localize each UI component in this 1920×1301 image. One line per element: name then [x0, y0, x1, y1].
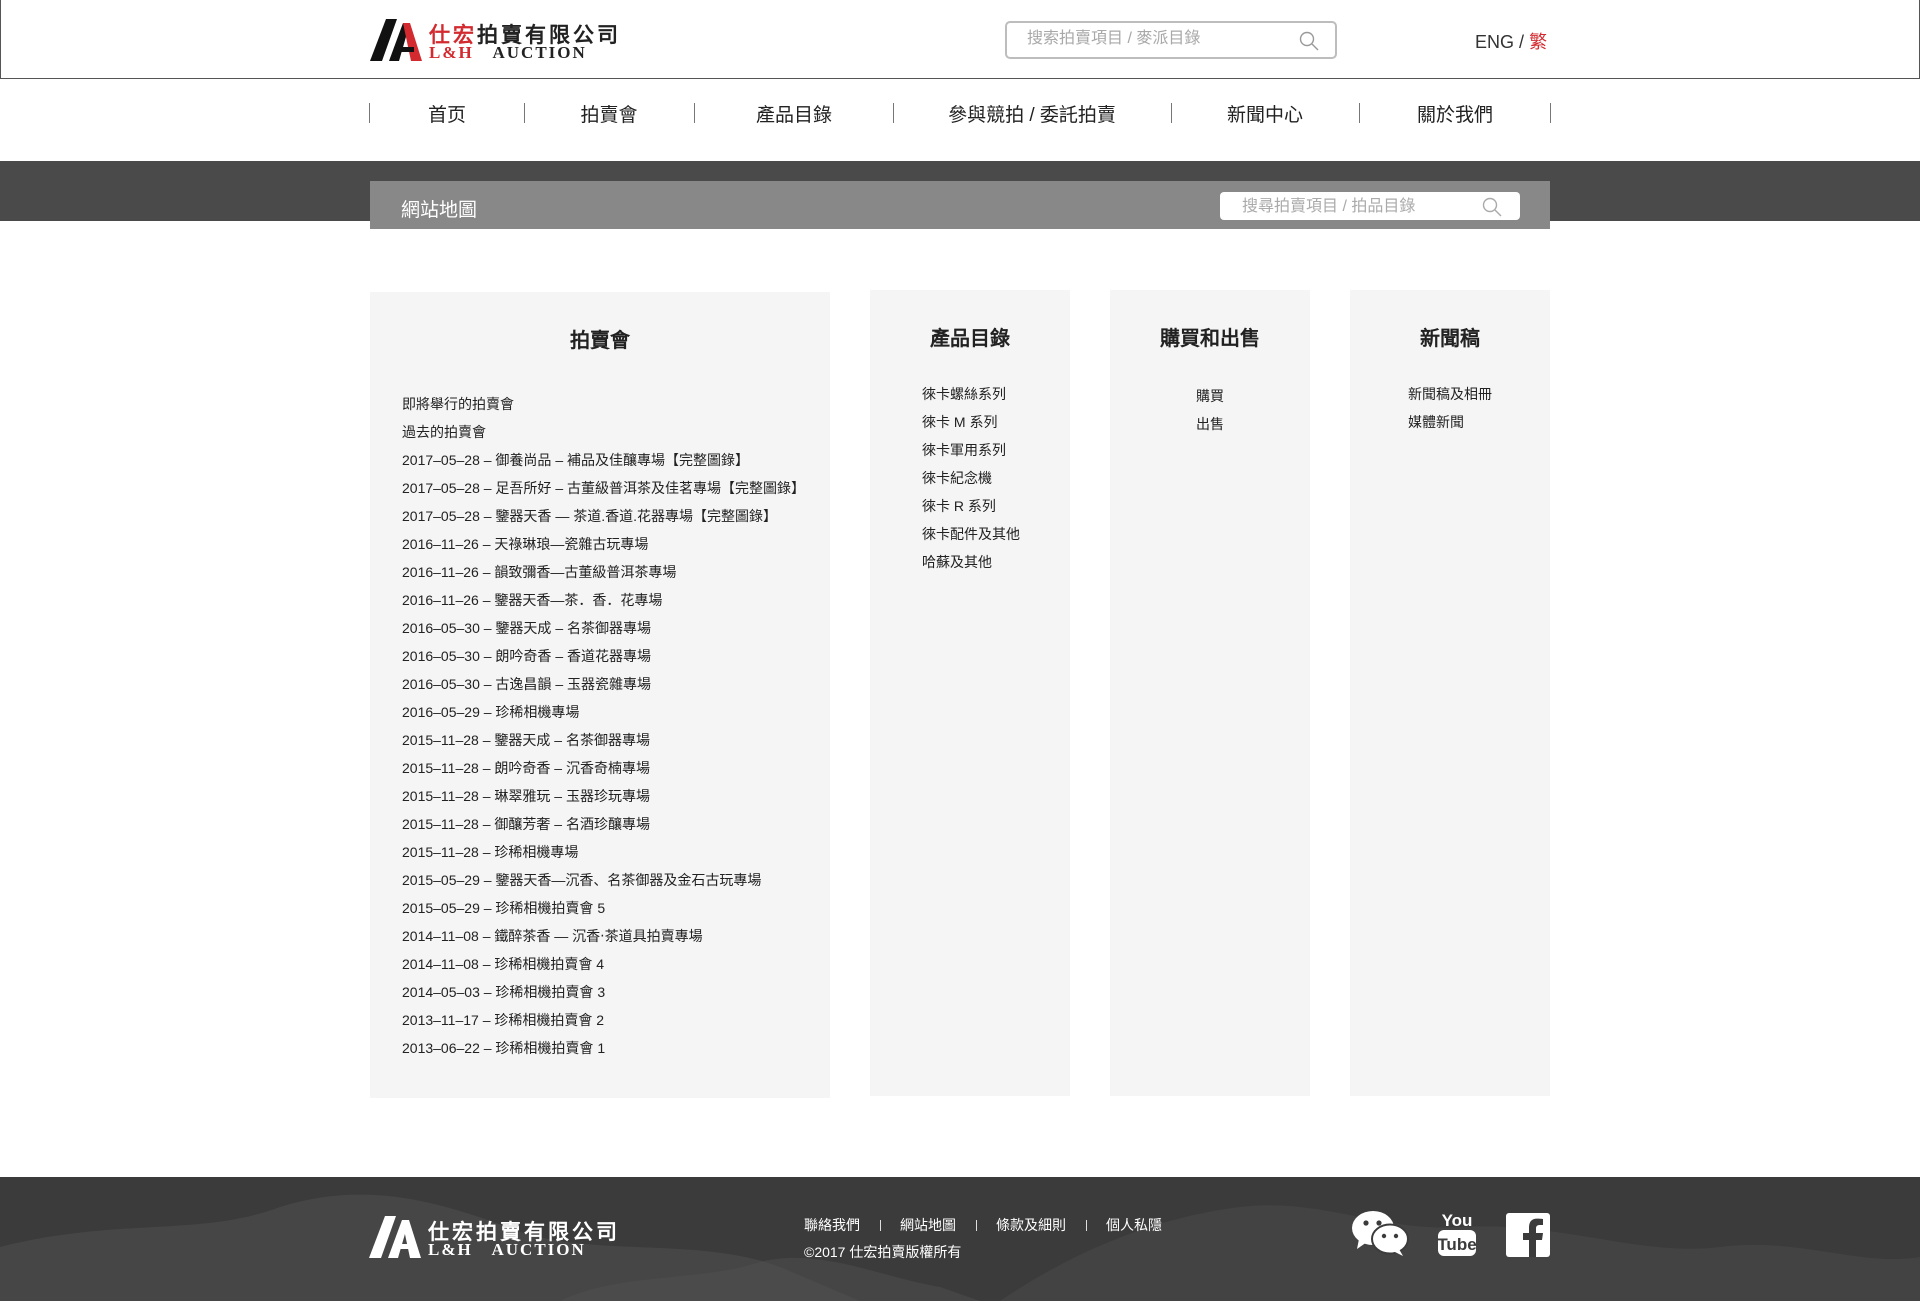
catalog-link-list: 徠卡螺絲系列 徠卡 M 系列 徠卡軍用系列 徠卡紀念機 徠卡 R 系列 徠卡配件及其他 哈蘇…	[922, 384, 1020, 580]
youtube-text-top: You	[1442, 1211, 1473, 1230]
nav-item-home[interactable]: 首页	[428, 100, 466, 127]
footer-brand-logo[interactable]: 仕宏拍賣有限公司 L&H AUCTION	[369, 1216, 617, 1260]
auction-link-list: 即將舉行的拍賣會 過去的拍賣會 2017–05–28 – 御養尚品 – 補品及佳釀專…	[402, 394, 805, 1066]
auction-link[interactable]: 2015–11–28 – 珍稀相機專場	[402, 842, 805, 870]
footer-link-divider	[1086, 1220, 1087, 1231]
youtube-icon[interactable]: You Tube	[1436, 1209, 1478, 1257]
banner-search-input[interactable]	[1240, 197, 1474, 217]
catalog-link[interactable]: 徠卡軍用系列	[922, 440, 1020, 468]
page-banner: 網站地圖	[370, 181, 1550, 229]
footer-link-privacy[interactable]: 個人私隱	[1106, 1217, 1162, 1233]
news-link[interactable]: 媒體新聞	[1408, 412, 1492, 440]
footer-link-sitemap[interactable]: 網站地圖	[900, 1217, 956, 1233]
column-heading-auctions: 拍賣會	[570, 330, 630, 352]
auction-link[interactable]: 2013–11–17 – 珍稀相機拍賣會 2	[402, 1010, 805, 1038]
auction-link[interactable]: 2016–11–26 – 天祿琳琅—瓷雜古玩專場	[402, 534, 805, 562]
page-title: 網站地圖	[401, 200, 478, 221]
auction-link[interactable]: 2016–11–26 – 韻致彌香—古董級普洱茶專場	[402, 562, 805, 590]
buy-sell-link[interactable]: 購買	[1110, 386, 1310, 414]
top-header: 仕宏拍賣有限公司 L&H AUCTION ENG / 繁	[0, 0, 1920, 79]
nav-divider	[369, 103, 370, 123]
auction-link[interactable]: 即將舉行的拍賣會	[402, 394, 805, 422]
auction-link[interactable]: 2017–05–28 – 鑒器天香 — 茶道.香道.花器專場【完整圖錄】	[402, 506, 805, 534]
auction-link[interactable]: 2017–05–28 – 御養尚品 – 補品及佳釀專場【完整圖錄】	[402, 450, 805, 478]
logo-mark-icon	[370, 19, 422, 61]
language-switch: ENG / 繁	[1475, 28, 1547, 54]
search-icon[interactable]	[1482, 197, 1502, 217]
logo-mark-icon	[369, 1216, 421, 1258]
catalog-link[interactable]: 哈蘇及其他	[922, 552, 1020, 580]
brand-name-en: L&H AUCTION	[429, 43, 587, 62]
sitemap-column-news: 新聞稿 新聞稿及相冊 媒體新聞	[1350, 290, 1550, 1096]
catalog-link[interactable]: 徠卡配件及其他	[922, 524, 1020, 552]
auction-link[interactable]: 2015–11–28 – 朗吟奇香 – 沉香奇楠專場	[402, 758, 805, 786]
lang-traditional-chinese-link[interactable]: 繁	[1529, 32, 1547, 52]
footer-links: 聯絡我們 網站地圖 條款及細則 個人私隱	[804, 1215, 1162, 1235]
column-heading-buy-sell: 購買和出售	[1160, 328, 1260, 350]
auction-link[interactable]: 2016–05–30 – 朗吟奇香 – 香道花器專場	[402, 646, 805, 674]
auction-link[interactable]: 2016–05–30 – 古逸昌韻 – 玉器瓷雜專場	[402, 674, 805, 702]
footer-brand-name-en: L&H AUCTION	[428, 1240, 586, 1259]
lang-english-link[interactable]: ENG	[1475, 32, 1514, 52]
auction-link[interactable]: 2017–05–28 – 足吾所好 – 古董級普洱茶及佳茗專場【完整圖錄】	[402, 478, 805, 506]
nav-item-auctions[interactable]: 拍賣會	[580, 100, 637, 127]
wechat-icon[interactable]	[1351, 1209, 1409, 1257]
footer-link-contact[interactable]: 聯絡我們	[804, 1217, 860, 1233]
auction-link[interactable]: 2015–11–28 – 御釀芳奢 – 名酒珍釀專場	[402, 814, 805, 842]
column-heading-catalog: 產品目錄	[930, 328, 1010, 350]
nav-divider	[893, 103, 894, 123]
auction-link[interactable]: 2016–05–30 – 鑒器天成 – 名茶御器專場	[402, 618, 805, 646]
auction-link[interactable]: 2015–05–29 – 鑒器天香—沉香、名茶御器及金石古玩專場	[402, 870, 805, 898]
auction-link[interactable]: 2015–11–28 – 琳翠雅玩 – 玉器珍玩專場	[402, 786, 805, 814]
news-link[interactable]: 新聞稿及相冊	[1408, 384, 1492, 412]
sitemap-column-catalog: 產品目錄 徠卡螺絲系列 徠卡 M 系列 徠卡軍用系列 徠卡紀念機 徠卡 R 系列 徠卡配件…	[870, 290, 1070, 1096]
banner-search-box	[1220, 192, 1520, 220]
column-heading-news: 新聞稿	[1420, 328, 1480, 350]
news-link-list: 新聞稿及相冊 媒體新聞	[1408, 384, 1492, 440]
auction-link[interactable]: 2016–05–29 – 珍稀相機專場	[402, 702, 805, 730]
catalog-link[interactable]: 徠卡 M 系列	[922, 412, 1020, 440]
auction-link[interactable]: 2013–06–22 – 珍稀相機拍賣會 1	[402, 1038, 805, 1066]
footer-link-divider	[880, 1220, 881, 1231]
auction-link[interactable]: 2014–11–08 – 鐵醉茶香 — 沉香‧茶道具拍賣專場	[402, 926, 805, 954]
buy-sell-link-list: 購買 出售	[1110, 386, 1310, 442]
nav-item-about[interactable]: 關於我們	[1417, 100, 1493, 127]
search-icon[interactable]	[1299, 31, 1319, 51]
nav-divider	[1171, 103, 1172, 123]
nav-item-news[interactable]: 新聞中心	[1227, 100, 1303, 127]
mountain-background-image	[0, 1194, 1920, 1301]
facebook-icon[interactable]	[1506, 1213, 1550, 1257]
auction-link[interactable]: 過去的拍賣會	[402, 422, 805, 450]
main-nav: 首页 拍賣會 產品目錄 參與競拍 / 委託拍賣 新聞中心 關於我們	[369, 100, 1551, 126]
catalog-link[interactable]: 徠卡螺絲系列	[922, 384, 1020, 412]
sitemap-column-auctions: 拍賣會 即將舉行的拍賣會 過去的拍賣會 2017–05–28 – 御養尚品 – 補品…	[370, 292, 830, 1098]
nav-divider	[1359, 103, 1360, 123]
youtube-text-bottom: Tube	[1437, 1235, 1476, 1254]
header-search-box	[1005, 21, 1337, 59]
catalog-link[interactable]: 徠卡紀念機	[922, 468, 1020, 496]
footer-link-terms[interactable]: 條款及細則	[996, 1217, 1066, 1233]
nav-divider	[1550, 103, 1551, 123]
nav-item-bid-consign[interactable]: 參與競拍 / 委託拍賣	[948, 100, 1116, 127]
auction-link[interactable]: 2014–11–08 – 珍稀相機拍賣會 4	[402, 954, 805, 982]
buy-sell-link[interactable]: 出售	[1110, 414, 1310, 442]
brand-logo[interactable]: 仕宏拍賣有限公司 L&H AUCTION	[370, 19, 618, 63]
copyright-text: ©2017 仕宏拍賣版權所有	[804, 1244, 962, 1260]
catalog-link[interactable]: 徠卡 R 系列	[922, 496, 1020, 524]
nav-divider	[524, 103, 525, 123]
auction-link[interactable]: 2016–11–26 – 鑒器天香—茶．香．花專場	[402, 590, 805, 618]
footer-link-divider	[976, 1220, 977, 1231]
auction-link[interactable]: 2014–05–03 – 珍稀相機拍賣會 3	[402, 982, 805, 1010]
auction-link[interactable]: 2015–05–29 – 珍稀相機拍賣會 5	[402, 898, 805, 926]
site-footer: 仕宏拍賣有限公司 L&H AUCTION 聯絡我們 網站地圖 條款及細則 個人私隱 ©…	[0, 1177, 1920, 1301]
auction-link[interactable]: 2015–11–28 – 鑒器天成 – 名茶御器專場	[402, 730, 805, 758]
lang-separator: /	[1519, 32, 1525, 52]
nav-item-catalog[interactable]: 產品目錄	[756, 100, 832, 127]
header-search-input[interactable]	[1025, 29, 1289, 49]
nav-divider	[694, 103, 695, 123]
sitemap-column-buy-sell: 購買和出售 購買 出售	[1110, 290, 1310, 1096]
